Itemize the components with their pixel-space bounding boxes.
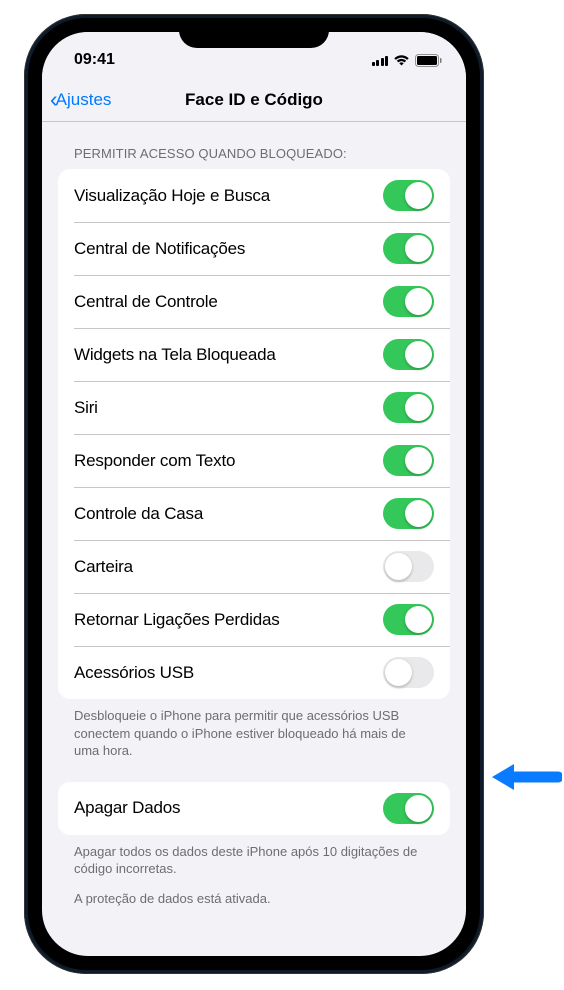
toggle-knob [385, 553, 412, 580]
settings-content: PERMITIR ACESSO QUANDO BLOQUEADO: Visual… [42, 122, 466, 956]
status-icons [372, 54, 443, 67]
section-footer-erase: Apagar todos os dados deste iPhone após … [58, 835, 450, 878]
screen: 09:41 ‹ Ajustes Face ID e Código PERMITI [42, 32, 466, 956]
section-footer-data-protection: A proteção de dados está ativada. [58, 878, 450, 908]
toggle-siri[interactable] [383, 392, 434, 423]
toggle-knob [405, 288, 432, 315]
row-label: Widgets na Tela Bloqueada [74, 345, 276, 365]
back-button[interactable]: ‹ Ajustes [50, 88, 111, 111]
toggle-knob [385, 659, 412, 686]
row-siri[interactable]: Siri [58, 381, 450, 434]
erase-data-group: Apagar Dados [58, 782, 450, 835]
row-label: Acessórios USB [74, 663, 194, 683]
row-usb-accessories[interactable]: Acessórios USB [58, 646, 450, 699]
toggle-knob [405, 182, 432, 209]
row-control-center[interactable]: Central de Controle [58, 275, 450, 328]
battery-icon [415, 54, 442, 67]
row-label: Siri [74, 398, 98, 418]
toggle-reply-with-text[interactable] [383, 445, 434, 476]
toggle-today-view[interactable] [383, 180, 434, 211]
notch [179, 18, 329, 48]
row-label: Carteira [74, 557, 133, 577]
row-wallet[interactable]: Carteira [58, 540, 450, 593]
phone-frame: 09:41 ‹ Ajustes Face ID e Código PERMITI [24, 14, 484, 974]
row-label: Central de Notificações [74, 239, 245, 259]
status-time: 09:41 [74, 51, 115, 69]
section-header-allow-access: PERMITIR ACESSO QUANDO BLOQUEADO: [58, 122, 450, 169]
nav-bar: ‹ Ajustes Face ID e Código [42, 78, 466, 122]
callout-arrow [492, 760, 562, 794]
cellular-icon [372, 54, 389, 66]
row-label: Responder com Texto [74, 451, 235, 471]
spacer [58, 760, 450, 782]
toggle-usb-accessories[interactable] [383, 657, 434, 688]
row-label: Apagar Dados [74, 798, 180, 818]
row-erase-data[interactable]: Apagar Dados [58, 782, 450, 835]
toggle-notification-center[interactable] [383, 233, 434, 264]
toggle-knob [405, 500, 432, 527]
row-reply-with-text[interactable]: Responder com Texto [58, 434, 450, 487]
row-today-view[interactable]: Visualização Hoje e Busca [58, 169, 450, 222]
row-label: Central de Controle [74, 292, 218, 312]
row-notification-center[interactable]: Central de Notificações [58, 222, 450, 275]
row-home-control[interactable]: Controle da Casa [58, 487, 450, 540]
toggle-wallet[interactable] [383, 551, 434, 582]
row-label: Controle da Casa [74, 504, 203, 524]
row-label: Visualização Hoje e Busca [74, 186, 270, 206]
toggle-control-center[interactable] [383, 286, 434, 317]
phone-bezel: 09:41 ‹ Ajustes Face ID e Código PERMITI [28, 18, 480, 970]
toggle-home-control[interactable] [383, 498, 434, 529]
row-lock-screen-widgets[interactable]: Widgets na Tela Bloqueada [58, 328, 450, 381]
toggle-return-missed-calls[interactable] [383, 604, 434, 635]
toggle-lock-screen-widgets[interactable] [383, 339, 434, 370]
toggle-erase-data[interactable] [383, 793, 434, 824]
row-return-missed-calls[interactable]: Retornar Ligações Perdidas [58, 593, 450, 646]
toggle-knob [405, 235, 432, 262]
arrow-left-icon [492, 760, 562, 794]
wifi-icon [393, 54, 410, 66]
allow-access-group: Visualização Hoje e Busca Central de Not… [58, 169, 450, 699]
toggle-knob [405, 341, 432, 368]
back-label: Ajustes [56, 90, 112, 110]
toggle-knob [405, 447, 432, 474]
toggle-knob [405, 394, 432, 421]
row-label: Retornar Ligações Perdidas [74, 610, 280, 630]
toggle-knob [405, 606, 432, 633]
section-footer-usb: Desbloqueie o iPhone para permitir que a… [58, 699, 450, 760]
toggle-knob [405, 795, 432, 822]
